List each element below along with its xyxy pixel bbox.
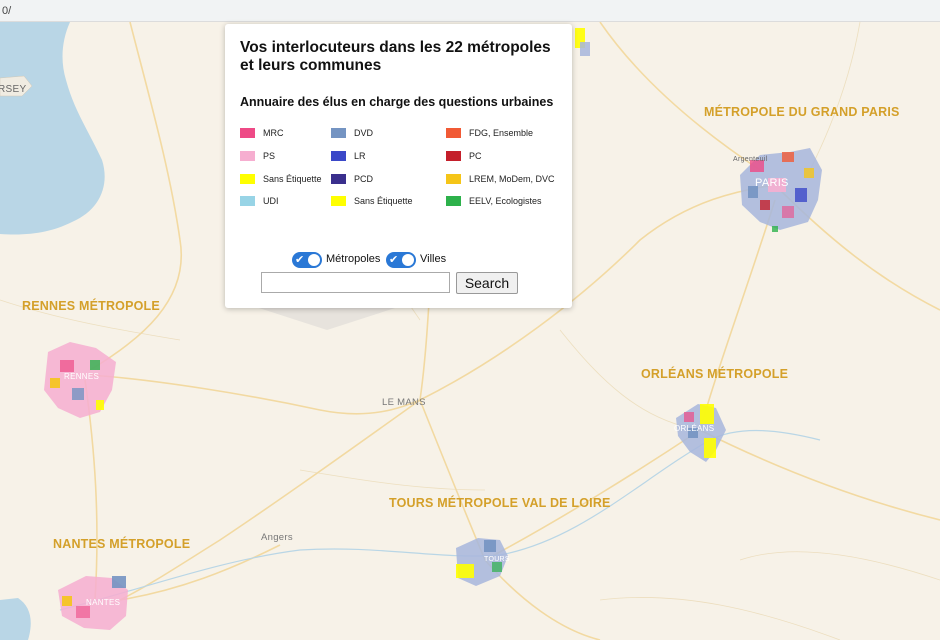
panel-title: Vos interlocuteurs dans les 22 métropole… (240, 39, 551, 74)
metropole-label-rennes[interactable]: RENNES MÉTROPOLE (22, 299, 160, 313)
legend-swatch (446, 128, 461, 138)
city-label-rennes: RENNES (64, 372, 100, 381)
legend-label: Sans Étiquette (354, 196, 413, 206)
search-input[interactable] (261, 272, 450, 293)
legend-label: PS (263, 151, 276, 161)
city-label-tours: TOURS (484, 556, 510, 563)
metropole-label-orleans[interactable]: ORLÉANS MÉTROPOLE (641, 367, 788, 381)
metropole-label-grand-paris[interactable]: MÉTROPOLE DU GRAND PARIS (704, 105, 900, 119)
legend-swatch (240, 128, 255, 138)
toggle-villes[interactable]: ✔ (386, 252, 416, 268)
city-label-le-mans: LE MANS (382, 397, 426, 408)
legend-label: EELV, Ecologistes (469, 196, 542, 206)
legend-swatch (446, 196, 461, 206)
city-label-argenteuil: Argenteuil (733, 156, 768, 163)
city-label-paris: PARIS (755, 177, 789, 189)
search-button[interactable]: Search (456, 272, 518, 294)
legend-swatch (331, 151, 346, 161)
legend-swatch (331, 174, 346, 184)
legend-label: UDI (263, 196, 279, 206)
legend-label: LR (354, 151, 366, 161)
toggle-metropoles[interactable]: ✔ (292, 252, 322, 268)
legend-label: Sans Étiquette (263, 174, 322, 184)
panel-subtitle: Annuaire des élus en charge des question… (240, 95, 554, 109)
city-label-nantes: NANTES (86, 598, 121, 607)
legend-swatch (446, 174, 461, 184)
toggle-villes-label: Villes (420, 253, 447, 265)
legend-swatch (240, 174, 255, 184)
city-label-jersey: RSEY (0, 84, 27, 95)
layer-toggles: ✔ Métropoles ✔ Villes (225, 252, 572, 268)
legend-label: LREM, MoDem, DVC (469, 174, 555, 184)
check-icon: ✔ (389, 254, 399, 266)
legend-label: DVD (354, 128, 374, 138)
legend-panel: Vos interlocuteurs dans les 22 métropole… (225, 24, 572, 308)
legend-swatch (331, 196, 346, 206)
legend-label: PCD (354, 174, 374, 184)
check-icon: ✔ (295, 254, 305, 266)
url-text: 0/ (2, 5, 12, 17)
toggle-knob (308, 254, 320, 266)
metropole-label-tours[interactable]: TOURS MÉTROPOLE VAL DE LOIRE (389, 496, 611, 510)
legend-swatch (240, 151, 255, 161)
toggle-knob (402, 254, 414, 266)
legend-label: FDG, Ensemble (469, 128, 534, 138)
legend-swatch (446, 151, 461, 161)
city-label-angers: Angers (261, 532, 293, 543)
toggle-metropoles-label: Métropoles (326, 253, 381, 265)
url-bar[interactable]: 0/ (0, 0, 940, 22)
legend-swatch (331, 128, 346, 138)
metropole-label-nantes[interactable]: NANTES MÉTROPOLE (53, 537, 190, 551)
popup-pointer (259, 308, 395, 330)
legend-label: PC (469, 151, 482, 161)
legend-label: MRC (263, 128, 284, 138)
city-label-orleans: ORLÉANS (674, 424, 715, 433)
legend-swatch (240, 196, 255, 206)
